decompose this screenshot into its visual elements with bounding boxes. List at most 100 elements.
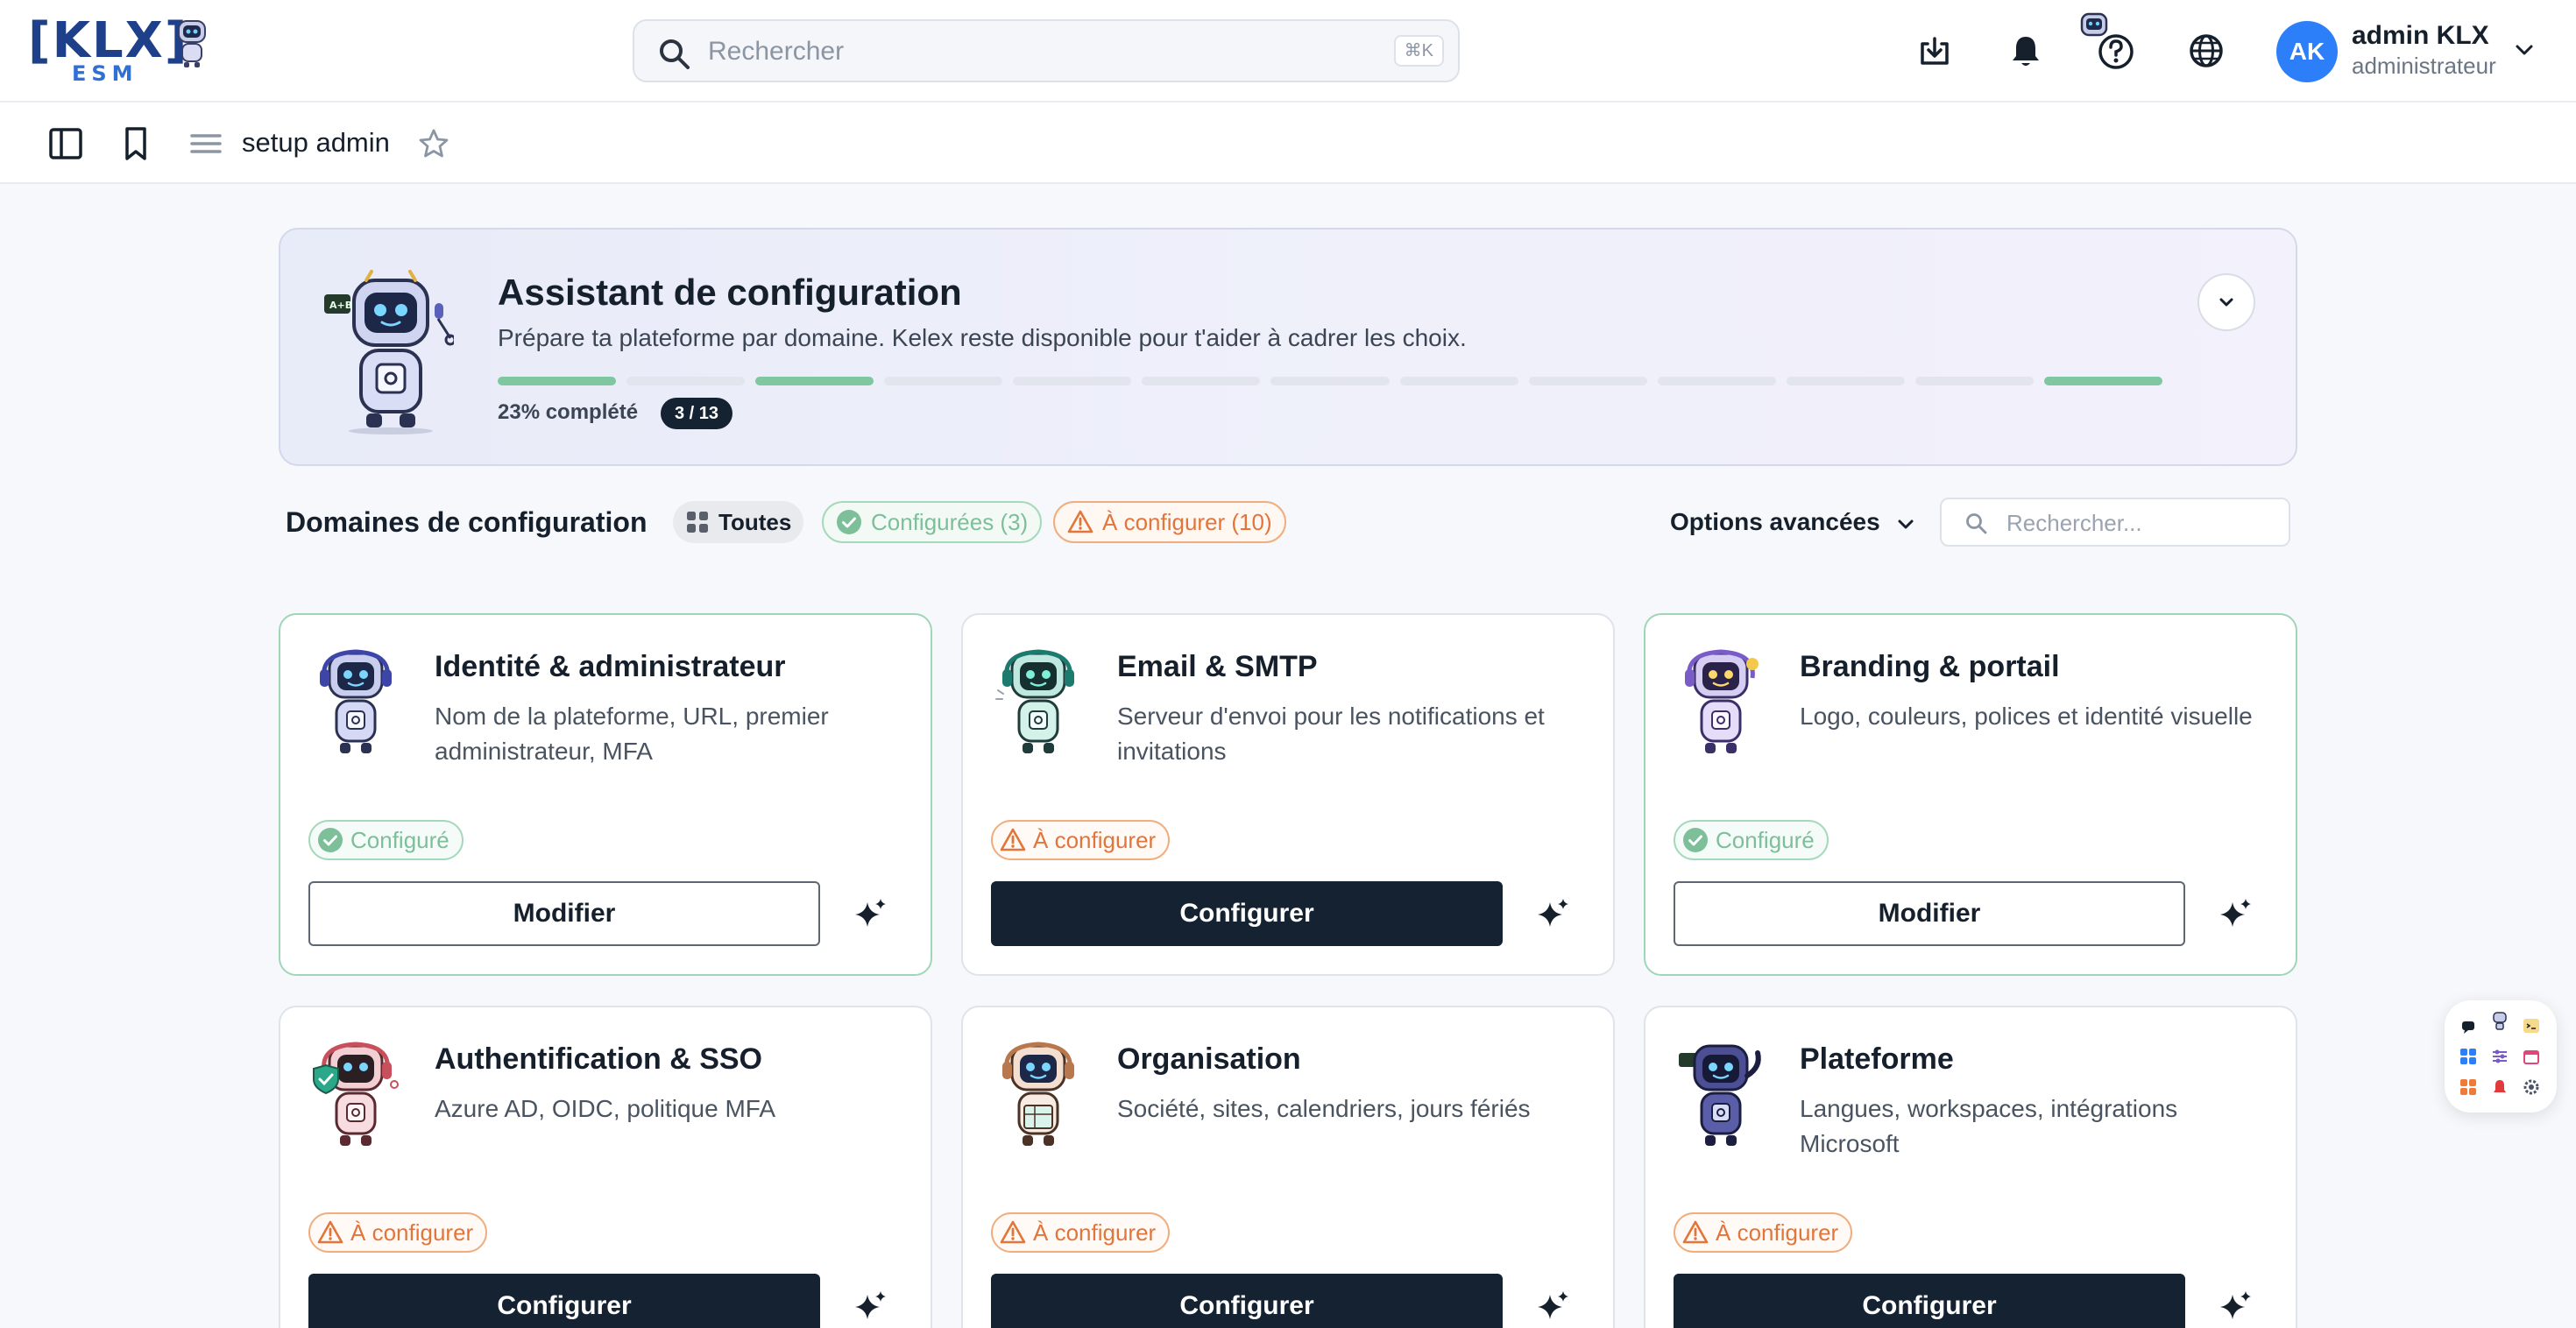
download-icon <box>1921 37 1949 65</box>
progress-segment <box>884 377 1003 385</box>
card-description: Langues, workspaces, intégrations Micros… <box>1800 1095 2178 1157</box>
progress-segment <box>2043 377 2163 385</box>
status-badge: À configurer <box>991 820 1171 860</box>
status-badge: À configurer <box>308 1212 488 1253</box>
card-description: Nom de la plateforme, URL, premier admin… <box>435 703 829 765</box>
modify-button[interactable]: Modifier <box>308 881 820 946</box>
status-badge-label: À configurer <box>1716 1219 1839 1246</box>
progress-segment <box>1399 377 1518 385</box>
filter-all[interactable]: Toutes <box>673 501 804 543</box>
robot-mascot-icon[interactable] <box>2490 1011 2509 1030</box>
chevron-down-icon[interactable] <box>1893 512 1919 538</box>
settings-sliders-icon[interactable] <box>2490 1047 2509 1066</box>
domain-card-identity: Identité & administrateur Nom de la plat… <box>279 613 932 976</box>
favorite-button[interactable] <box>410 120 457 167</box>
quick-launch-widget[interactable] <box>2445 1000 2557 1113</box>
status-badge-label: À configurer <box>350 1219 474 1246</box>
check-circle-icon <box>318 828 343 852</box>
logo[interactable]: [KLX] ESM <box>28 12 212 88</box>
check-circle-icon <box>1683 828 1708 852</box>
progress-segment <box>1657 377 1776 385</box>
check-circle-icon <box>837 510 861 534</box>
bookmarks-button[interactable] <box>112 120 159 167</box>
language-button[interactable] <box>2180 25 2233 77</box>
robot-mascot-icon <box>995 649 1074 753</box>
wizard-title: Assistant de configuration <box>498 272 962 313</box>
configure-button[interactable]: Configurer <box>991 1274 1503 1328</box>
domain-card-email-smtp: Email & SMTP Serveur d'envoi pour les no… <box>961 613 1615 976</box>
progress-segment <box>1786 377 1905 385</box>
search-icon <box>660 39 690 69</box>
bell-icon[interactable] <box>2490 1077 2509 1097</box>
progress-segment <box>1270 377 1390 385</box>
user-role: administrateur <box>2352 53 2496 79</box>
logo-sub: ESM <box>72 61 138 86</box>
menu-button[interactable] <box>182 120 230 167</box>
domain-card-organisation: Organisation Société, sites, calendriers… <box>961 1006 1615 1328</box>
robot-mascot-icon <box>1685 649 1759 753</box>
advanced-options-toggle[interactable]: Options avancées <box>1670 508 1880 536</box>
ai-sparkle-icon[interactable] <box>2217 895 2255 934</box>
card-description: Société, sites, calendriers, jours férié… <box>1117 1095 1531 1122</box>
ai-sparkle-icon[interactable] <box>2217 1288 2255 1326</box>
gear-icon[interactable] <box>2522 1077 2541 1097</box>
progress-segment <box>1914 377 2034 385</box>
search-input[interactable] <box>708 32 1321 72</box>
card-description: Logo, couleurs, polices et identité visu… <box>1800 703 2253 730</box>
domain-card-branding: Branding & portail Logo, couleurs, polic… <box>1644 613 2297 976</box>
wizard-subtitle: Prépare ta plateforme par domaine. Kelex… <box>498 324 1467 351</box>
progress-segment <box>755 377 874 385</box>
svg-text:A+B: A+B <box>329 300 352 311</box>
domain-search[interactable] <box>1940 498 2290 547</box>
progress-segment <box>1528 377 1647 385</box>
help-icon <box>2080 12 2134 69</box>
help-button[interactable] <box>2071 9 2150 79</box>
notifications-button[interactable] <box>1999 25 2052 77</box>
section-title: Domaines de configuration <box>286 506 648 538</box>
card-title: Plateforme <box>1800 1042 1954 1076</box>
apps-icon[interactable] <box>2459 1077 2478 1097</box>
collapse-wizard-button[interactable] <box>2197 273 2255 331</box>
progress-segment <box>626 377 746 385</box>
modify-button[interactable]: Modifier <box>1674 881 2185 946</box>
calendar-icon[interactable] <box>2522 1047 2541 1066</box>
domain-card-authentication: Authentification & SSO Azure AD, OIDC, p… <box>279 1006 932 1328</box>
card-title: Email & SMTP <box>1117 650 1318 683</box>
ai-sparkle-icon[interactable] <box>852 1288 890 1326</box>
configure-button[interactable]: Configurer <box>991 881 1503 946</box>
card-title: Identité & administrateur <box>435 650 786 683</box>
card-description: Serveur d'envoi pour les notifications e… <box>1117 703 1545 765</box>
progress-label: 23% complété <box>498 400 639 424</box>
filter-to-configure-label: À configurer (10) <box>1102 508 1272 535</box>
ai-sparkle-icon[interactable] <box>852 895 890 934</box>
secondary-toolbar: setup admin <box>0 102 2576 184</box>
status-badge: Configuré <box>308 820 464 860</box>
chevron-down-icon <box>2516 45 2533 55</box>
ai-sparkle-icon[interactable] <box>1534 1288 1573 1326</box>
ai-sparkle-icon[interactable] <box>1534 895 1573 934</box>
chat-icon[interactable] <box>2459 1016 2478 1035</box>
hamburger-icon <box>190 134 222 153</box>
filter-to-configure[interactable]: À configurer (10) <box>1053 501 1286 543</box>
configure-button[interactable]: Configurer <box>1674 1274 2185 1328</box>
configure-button[interactable]: Configurer <box>308 1274 820 1328</box>
filter-all-label: Toutes <box>718 508 792 535</box>
filter-configured[interactable]: Configurées (3) <box>822 501 1043 543</box>
user-menu[interactable]: AK admin KLX administrateur <box>2276 19 2539 82</box>
chevron-down-icon <box>2219 298 2233 307</box>
sidebar-icon <box>49 128 82 159</box>
grid-icon <box>687 512 708 533</box>
warning-icon <box>1067 510 1093 533</box>
toggle-sidebar-button[interactable] <box>42 120 89 167</box>
global-search[interactable]: ⌘K <box>633 19 1460 82</box>
warning-icon <box>1000 828 1026 851</box>
status-badge: Configuré <box>1674 820 1829 860</box>
domain-search-input[interactable] <box>2006 508 2269 538</box>
terminal-icon[interactable] <box>2522 1016 2541 1035</box>
setup-wizard-banner: A+B Assistant de configuration Prépare t… <box>279 228 2297 466</box>
download-button[interactable] <box>1908 25 1961 77</box>
card-description: Azure AD, OIDC, politique MFA <box>435 1095 776 1122</box>
warning-icon <box>1682 1220 1709 1244</box>
dashboard-icon[interactable] <box>2459 1047 2478 1066</box>
top-bar: [KLX] ESM ⌘K <box>0 0 2576 102</box>
